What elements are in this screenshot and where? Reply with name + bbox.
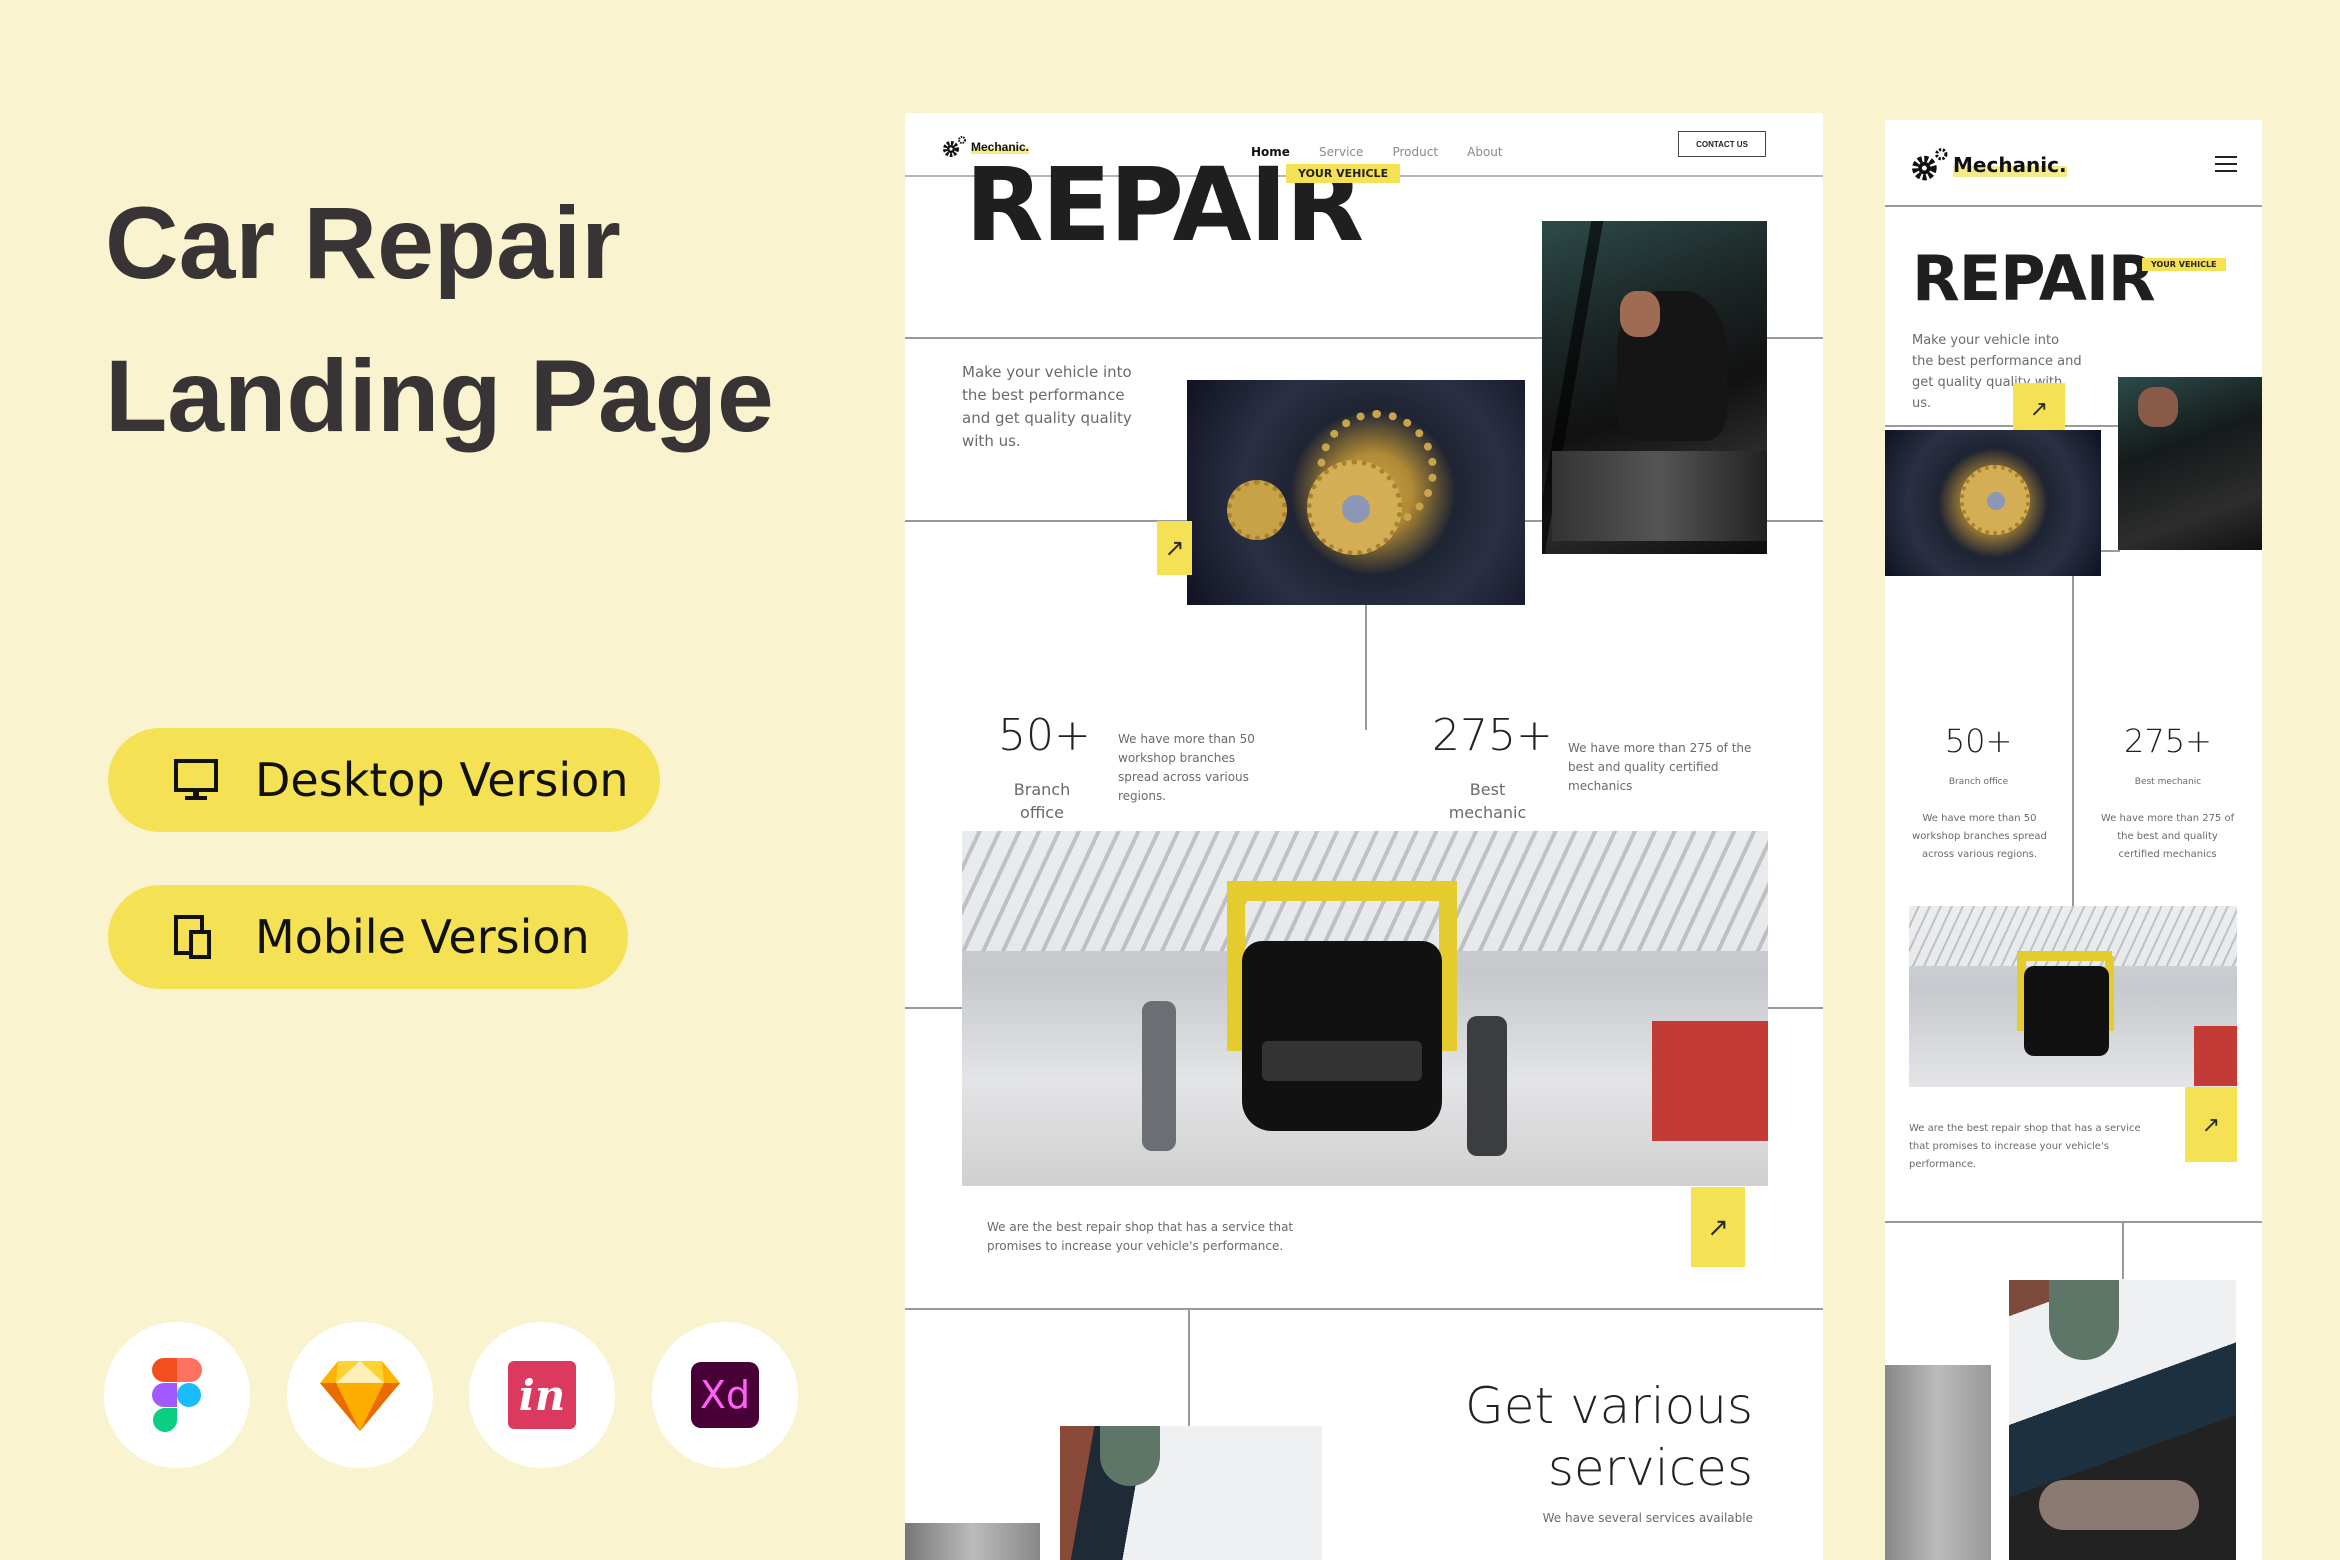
mobile-service-mechanic-photo: [2009, 1280, 2236, 1560]
mobile-stat-description-branches: We have more than 50 workshop branches s…: [1912, 813, 2047, 860]
wheel-photo: [905, 1523, 1040, 1560]
navbar-divider: [1885, 205, 2262, 207]
grid-line: [2100, 550, 2120, 552]
stat-value-branches: 50+: [998, 710, 1091, 761]
mobile-stat-value-branches: 50+: [1944, 722, 2013, 760]
adobe-xd-icon: Xd: [691, 1362, 759, 1428]
mobile-factory-photo: [1909, 906, 2237, 1087]
grid-line: [905, 1308, 1823, 1310]
promo-title-line2: Landing Page: [105, 339, 774, 453]
mobile-tag: YOUR VEHICLE: [2142, 258, 2226, 271]
services-title-line2: services: [1547, 1439, 1753, 1497]
tool-figma: [104, 1322, 250, 1468]
mobile-about-arrow-button[interactable]: ↗: [2185, 1087, 2237, 1162]
services-subtitle: We have several services available: [1542, 1511, 1753, 1525]
arrow-up-right-icon: ↗: [1164, 534, 1185, 562]
mobile-version-label: Mobile Version: [255, 910, 590, 964]
grid-line: [1188, 1308, 1190, 1428]
mobile-version-button[interactable]: Mobile Version: [108, 885, 628, 989]
mobile-mockup: Mechanic. REPAIR YOUR VEHICLE Make your …: [1885, 120, 2262, 1560]
mobile-stat-description-mechanics: We have more than 275 of the best and qu…: [2100, 813, 2235, 860]
invision-glyph: in: [518, 1370, 566, 1420]
desktop-version-label: Desktop Version: [255, 753, 629, 807]
desktop-about-text: We are the best repair shop that has a s…: [987, 1220, 1294, 1253]
mobile-logo[interactable]: Mechanic.: [1909, 146, 2067, 184]
mobile-stat-value-mechanics: 275+: [2124, 722, 2212, 760]
grid-line: [1885, 425, 2119, 427]
stat-value-mechanics: 275+: [1432, 710, 1553, 761]
desktop-version-button[interactable]: Desktop Version: [108, 728, 660, 832]
mobile-brand-name: Mechanic.: [1953, 153, 2067, 177]
desktop-tag: YOUR VEHICLE: [1286, 164, 1401, 183]
nav-about[interactable]: About: [1467, 145, 1502, 159]
factory-photo: [962, 831, 1768, 1186]
stat-label-mechanics: Best mechanic: [1448, 780, 1527, 822]
contact-us-button[interactable]: CONTACT US: [1678, 131, 1766, 157]
nav-product[interactable]: Product: [1392, 145, 1438, 159]
about-arrow-button[interactable]: ↗: [1691, 1187, 1745, 1267]
tool-invision: in: [469, 1322, 615, 1468]
arrow-up-right-icon: ↗: [2029, 396, 2049, 421]
xd-glyph: Xd: [699, 1373, 751, 1417]
mobile-wheel-photo: [1885, 1365, 1991, 1560]
stat-description-branches: We have more than 50 workshop branches s…: [1118, 732, 1255, 803]
mobile-gears-photo: [1885, 430, 2101, 576]
mobile-about-text: We are the best repair shop that has a s…: [1909, 1123, 2141, 1170]
service-mechanic-photo: [1060, 1426, 1322, 1560]
tool-adobe-xd: Xd: [652, 1322, 798, 1468]
figma-icon: [152, 1358, 202, 1432]
services-title: Get various services: [1465, 1375, 1753, 1499]
desktop-intro-text: Make your vehicle into the best performa…: [962, 363, 1132, 450]
stat-description-mechanics: We have more than 275 of the best and qu…: [1568, 741, 1752, 793]
arrow-up-right-icon: ↗: [2201, 1111, 2221, 1137]
grid-line: [1885, 1221, 2262, 1223]
mobile-stat-label-branches: Branch office: [1948, 777, 2009, 787]
stat-label-branches: Branch office: [1013, 780, 1071, 822]
sketch-icon: [320, 1361, 400, 1431]
grid-line: [2122, 1221, 2124, 1279]
desktop-monitor-icon: [174, 759, 218, 800]
hero-arrow-button[interactable]: ↗: [1157, 521, 1192, 575]
gears-icon: [943, 136, 966, 157]
promo-title-line1: Car Repair: [105, 186, 621, 300]
tool-sketch: [287, 1322, 433, 1468]
arrow-up-right-icon: ↗: [1707, 1211, 1729, 1242]
mobile-hero-arrow-button[interactable]: ↗: [2013, 383, 2065, 435]
gears-icon: [1912, 148, 1948, 181]
mobile-stat-label-mechanics: Best mechanic: [2134, 777, 2202, 787]
mechanic-photo: [1542, 221, 1767, 554]
desktop-mockup: Mechanic. Home Service Product About CON…: [905, 113, 1823, 1560]
services-title-line1: Get various: [1464, 1377, 1753, 1435]
hamburger-menu-icon[interactable]: [2215, 156, 2237, 172]
mobile-mechanic-photo: [2118, 377, 2262, 550]
invision-icon: in: [508, 1361, 576, 1429]
mobile-headline: REPAIR: [1912, 242, 2156, 315]
gears-photo: [1187, 380, 1525, 605]
mobile-devices-icon: [174, 915, 211, 959]
